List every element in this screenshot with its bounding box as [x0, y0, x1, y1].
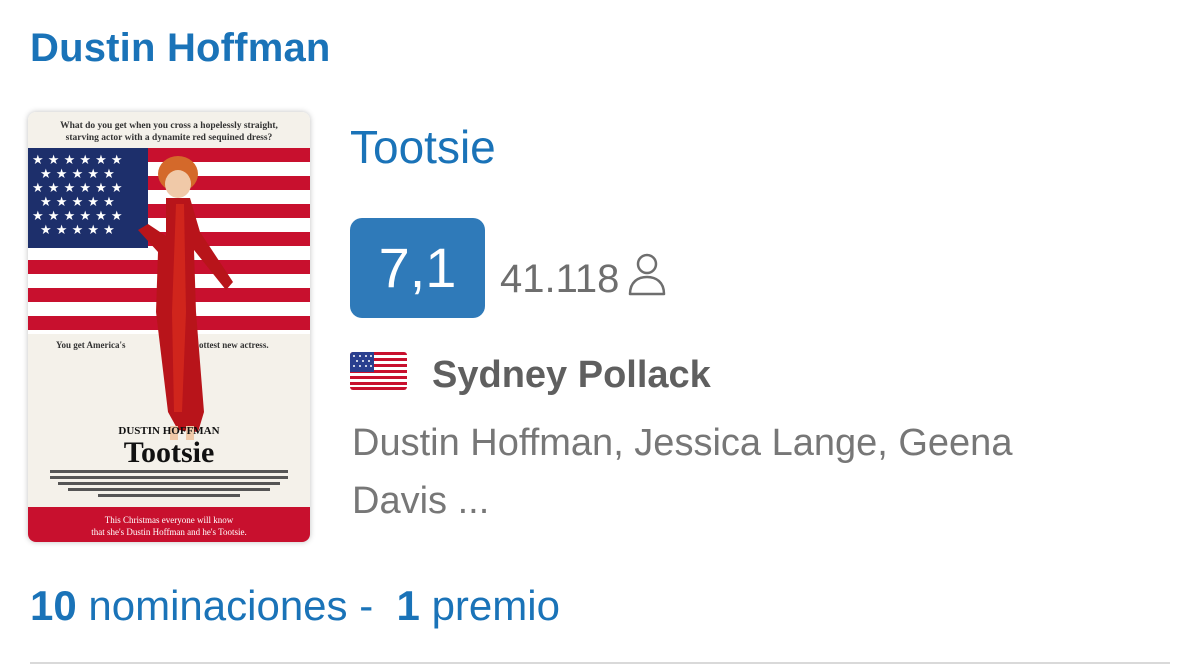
awards-link[interactable]: 10 nominaciones - 1 premio [30, 582, 560, 630]
vote-count: 41.118 [500, 252, 667, 306]
movie-poster[interactable]: What do you get when you cross a hopeles… [28, 112, 310, 542]
cast-list: Dustin Hoffman, Jessica Lange, Geena Dav… [352, 422, 1013, 522]
wins-label: premio [419, 582, 560, 629]
poster-film-title: Tootsie [124, 436, 215, 469]
svg-text:★ ★ ★ ★ ★: ★ ★ ★ ★ ★ [40, 195, 115, 210]
movie-title-link[interactable]: Tootsie [350, 120, 496, 174]
poster-tagline-top-1: What do you get when you cross a hopeles… [60, 121, 278, 131]
director-link[interactable]: Sydney Pollack [432, 354, 711, 397]
nominations-count: 10 [30, 582, 77, 629]
svg-text:★ ★ ★ ★ ★ ★: ★ ★ ★ ★ ★ ★ [32, 181, 123, 196]
svg-text:★ ★ ★ ★ ★: ★ ★ ★ ★ ★ [40, 167, 115, 182]
us-flag-icon [350, 352, 407, 390]
poster-tagline-bottom-1: This Christmas everyone will know [105, 515, 234, 525]
svg-text:★ ★ ★ ★ ★ ★: ★ ★ ★ ★ ★ ★ [32, 153, 123, 168]
wins-count: 1 [396, 582, 420, 629]
person-name-link[interactable]: Dustin Hoffman [30, 26, 331, 71]
rating-badge: 7,1 [350, 218, 485, 318]
svg-text:★ ★ ★ ★ ★ ★: ★ ★ ★ ★ ★ ★ [32, 209, 123, 224]
divider [30, 662, 1170, 664]
poster-tagline-mid-left: You get America's [56, 340, 126, 350]
nominations-label: nominaciones - [76, 582, 397, 629]
user-icon [627, 252, 667, 306]
poster-tagline-bottom-2: that she's Dustin Hoffman and he's Toots… [91, 527, 247, 537]
poster-tagline-mid-right: hottest new actress. [194, 340, 269, 350]
vote-count-value: 41.118 [500, 256, 620, 301]
svg-text:★ ★ ★ ★ ★: ★ ★ ★ ★ ★ [40, 223, 115, 238]
poster-tagline-top-2: starving actor with a dynamite red sequi… [66, 133, 273, 143]
